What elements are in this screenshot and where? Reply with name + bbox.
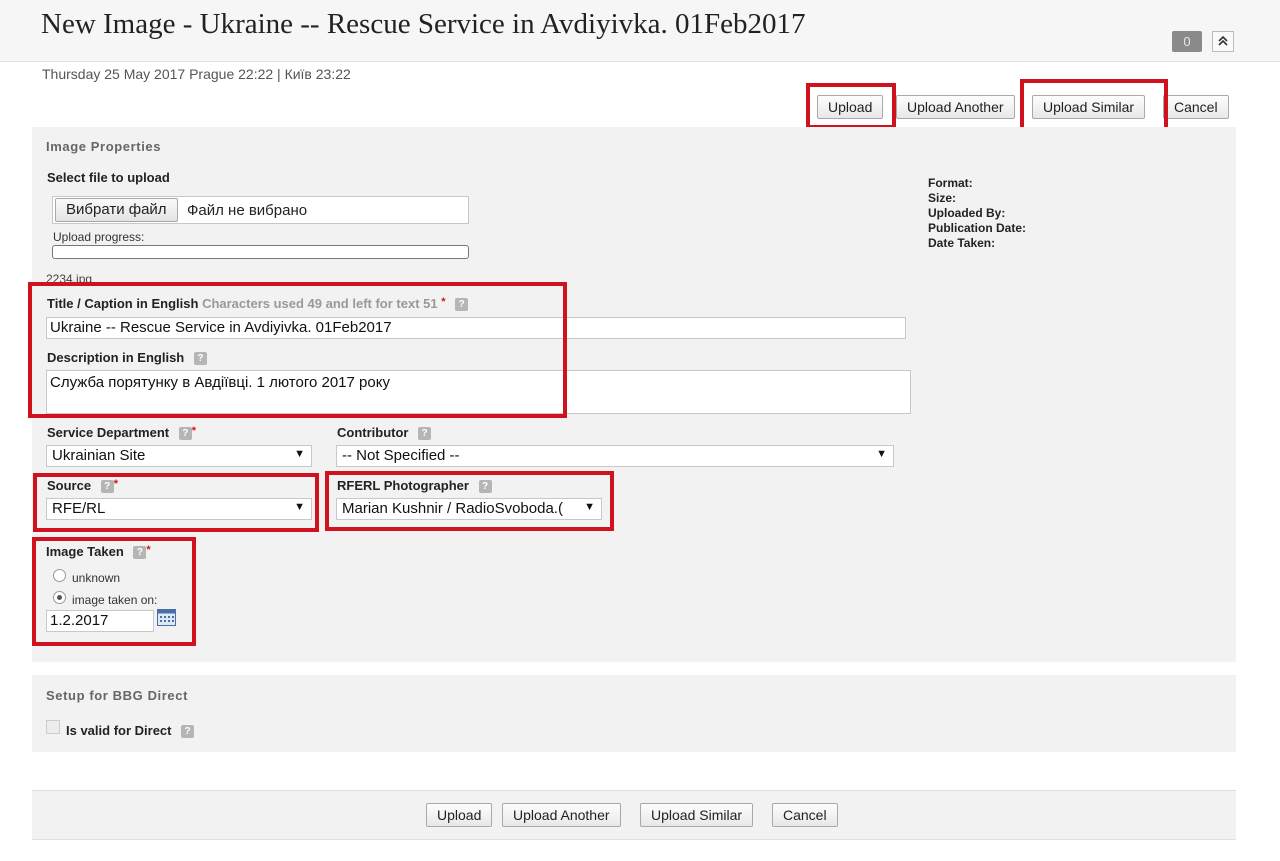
section-title-image-properties: Image Properties [46, 139, 162, 154]
contributor-label: Contributor ? [337, 425, 432, 441]
required-marker: * [113, 478, 118, 490]
help-icon[interactable]: ? [478, 480, 492, 494]
description-label-text: Description in English [47, 350, 185, 365]
meta-format: Format: [928, 176, 973, 190]
upload-progress-label: Upload progress: [53, 230, 145, 244]
service-department-value: Ukrainian Site [52, 447, 146, 464]
photographer-select[interactable]: Marian Kushnir / RadioSvoboda.( ▼ [336, 498, 602, 520]
image-taken-date-input[interactable]: 1.2.2017 [46, 610, 154, 632]
meta-publication-date: Publication Date: [928, 221, 1027, 235]
upload-similar-button-bottom[interactable]: Upload Similar [640, 803, 754, 827]
title-caption-label-text: Title / Caption in English [47, 296, 199, 311]
required-marker: * [441, 296, 446, 308]
title-caption-hint: Characters used 49 and left for text 51 [202, 296, 438, 311]
dropdown-arrow-icon: ▼ [582, 501, 595, 513]
select-file-label: Select file to upload [47, 170, 170, 185]
source-label: Source ? * [47, 478, 118, 494]
collapse-button[interactable] [1212, 31, 1234, 52]
cancel-button-bottom[interactable]: Cancel [772, 803, 838, 827]
help-icon[interactable]: ? [193, 352, 207, 366]
meta-uploaded-by: Uploaded By: [928, 206, 1006, 220]
upload-similar-button-top[interactable]: Upload Similar [1032, 95, 1146, 119]
meta-size: Size: [928, 191, 957, 205]
image-taken-label: Image Taken ? * [46, 544, 151, 560]
bottom-action-bar [32, 790, 1236, 840]
page-title: New Image - Ukraine -- Rescue Service in… [41, 8, 806, 40]
photographer-label: RFERL Photographer ? [337, 478, 492, 494]
valid-direct-label: Is valid for Direct ? [66, 723, 195, 739]
description-label: Description in English ? [47, 350, 207, 366]
file-picker: Вибрати файл Файл не вибрано [52, 196, 469, 224]
required-marker: * [146, 544, 151, 556]
service-department-label-text: Service Department [47, 425, 170, 440]
radio-taken-on-label: image taken on: [72, 593, 158, 607]
cancel-button-top[interactable]: Cancel [1163, 95, 1229, 119]
help-icon[interactable]: ? [181, 725, 195, 739]
valid-direct-checkbox[interactable] [46, 720, 60, 734]
title-caption-input[interactable]: Ukraine -- Rescue Service in Avdiyivka. … [46, 317, 906, 339]
help-icon[interactable]: ? [455, 298, 469, 312]
upload-progress-bar [52, 245, 469, 259]
datetime-display: Thursday 25 May 2017 Prague 22:22 | Київ… [42, 66, 351, 82]
radio-taken-on[interactable] [53, 591, 66, 604]
valid-direct-label-text: Is valid for Direct [66, 723, 172, 738]
choose-file-button[interactable]: Вибрати файл [55, 198, 178, 222]
help-icon[interactable]: ? [178, 427, 192, 441]
source-label-text: Source [47, 478, 92, 493]
upload-button-top[interactable]: Upload [817, 95, 884, 119]
counter-badge[interactable]: 0 [1172, 31, 1202, 52]
service-department-label: Service Department ? * [47, 425, 197, 441]
upload-another-button-bottom[interactable]: Upload Another [502, 803, 621, 827]
photographer-value: Marian Kushnir / RadioSvoboda.( [342, 500, 563, 517]
photographer-label-text: RFERL Photographer [337, 478, 469, 493]
help-icon[interactable]: ? [418, 427, 432, 441]
upload-another-button-top[interactable]: Upload Another [896, 95, 1015, 119]
required-marker: * [191, 425, 197, 437]
contributor-value: -- Not Specified -- [342, 447, 460, 464]
chevron-up-double-icon [1218, 35, 1228, 46]
title-caption-label: Title / Caption in English Characters us… [47, 296, 469, 312]
contributor-select[interactable]: -- Not Specified -- ▼ [336, 445, 894, 467]
radio-unknown-label: unknown [72, 571, 121, 585]
help-icon[interactable]: ? [133, 546, 147, 560]
meta-date-taken: Date Taken: [928, 236, 996, 250]
no-file-text: Файл не вибрано [187, 202, 308, 219]
help-icon[interactable]: ? [100, 480, 114, 494]
dropdown-arrow-icon: ▼ [294, 448, 305, 460]
description-textarea[interactable]: Служба порятунку в Авдіївці. 1 лютого 20… [46, 370, 911, 414]
source-value: RFE/RL [52, 500, 106, 517]
image-taken-label-text: Image Taken [46, 544, 124, 559]
bbg-panel [32, 675, 1236, 752]
radio-unknown[interactable] [53, 569, 66, 582]
contributor-label-text: Contributor [337, 425, 409, 440]
calendar-icon[interactable] [157, 609, 176, 626]
dropdown-arrow-icon: ▼ [876, 448, 887, 460]
upload-button-bottom[interactable]: Upload [426, 803, 493, 827]
filename-text: 2234.jpg [46, 272, 93, 286]
section-title-bbg: Setup for BBG Direct [46, 688, 189, 703]
source-select[interactable]: RFE/RL ▼ [46, 498, 312, 520]
dropdown-arrow-icon: ▼ [294, 501, 305, 513]
service-department-select[interactable]: Ukrainian Site ▼ [46, 445, 312, 467]
